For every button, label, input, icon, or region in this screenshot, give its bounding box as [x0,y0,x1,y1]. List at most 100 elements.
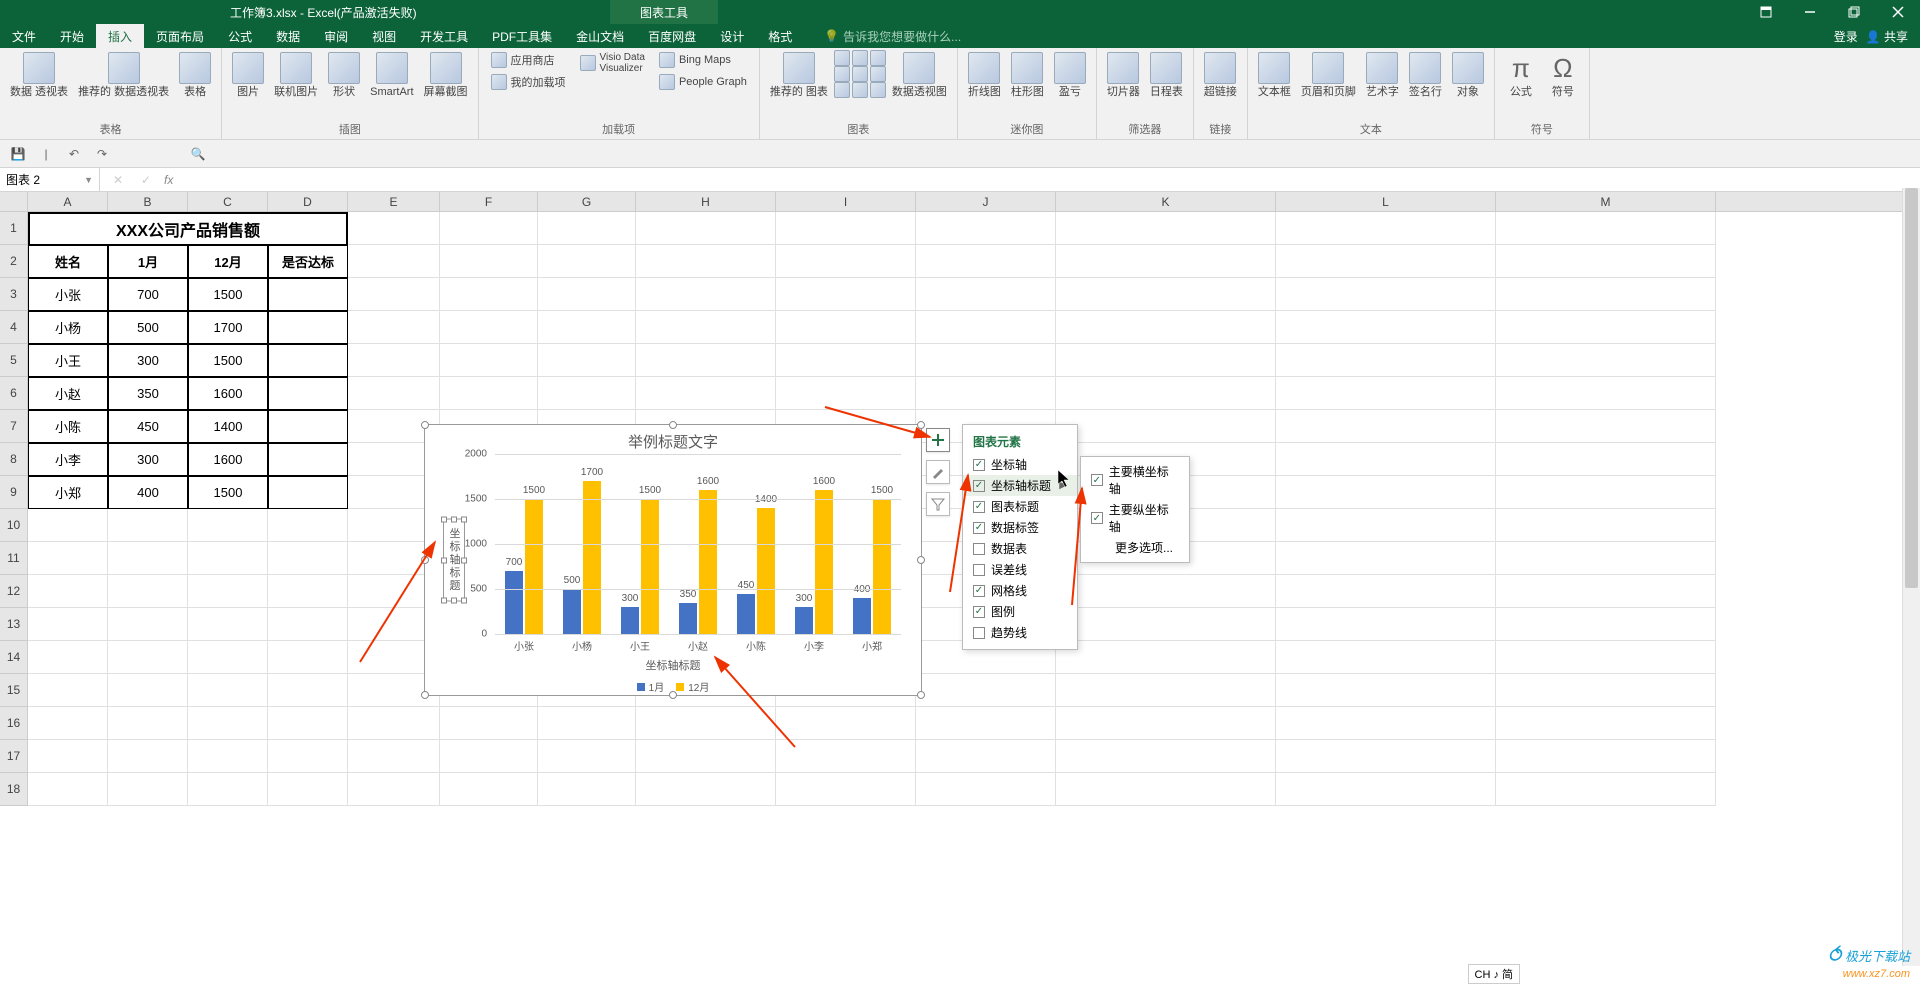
cell[interactable] [916,707,1056,740]
wordart-button[interactable]: 艺术字 [1362,50,1403,101]
bar[interactable]: 1600 [699,490,717,634]
redo-button[interactable]: ↷ [92,144,112,164]
close-button[interactable] [1876,0,1920,24]
cell[interactable] [440,278,538,311]
cell[interactable] [1276,641,1496,674]
chart-elements-button[interactable] [926,428,950,452]
chart-styles-button[interactable] [926,460,950,484]
cell[interactable] [636,740,776,773]
cell[interactable] [1496,410,1716,443]
tab-chart-format[interactable]: 格式 [756,24,804,48]
cell[interactable] [440,707,538,740]
cell[interactable] [348,377,440,410]
ribbon-options-icon[interactable] [1744,0,1788,24]
chart-element-option[interactable]: ✓网格线 [963,580,1077,601]
resize-handle[interactable] [917,556,925,564]
bar-group[interactable]: 3501600 [679,490,717,634]
fx-button[interactable]: fx [164,173,173,187]
tab-pdf[interactable]: PDF工具集 [480,24,564,48]
cell[interactable] [538,740,636,773]
cell[interactable] [636,278,776,311]
cell[interactable] [348,245,440,278]
bar-group[interactable]: 3001500 [621,499,659,634]
cell[interactable] [1056,410,1276,443]
cell[interactable] [1056,377,1276,410]
checkbox-icon[interactable]: ✓ [973,606,985,618]
enter-formula-button[interactable]: ✓ [136,170,156,190]
cell[interactable] [28,608,108,641]
smartart-button[interactable]: SmartArt [366,50,417,101]
cancel-formula-button[interactable]: ✕ [108,170,128,190]
tab-chart-design[interactable]: 设计 [708,24,756,48]
bar[interactable]: 300 [795,607,813,634]
tab-jinshan[interactable]: 金山文档 [564,24,636,48]
checkbox-icon[interactable]: ✓ [973,585,985,597]
cell[interactable] [1276,674,1496,707]
cell[interactable] [28,773,108,806]
pivot-table-button[interactable]: 数据 透视表 [6,50,72,101]
bar-group[interactable]: 3001600 [795,490,833,634]
cell[interactable] [776,278,916,311]
tab-formulas[interactable]: 公式 [216,24,264,48]
resize-handle[interactable] [421,691,429,699]
table-button[interactable]: 表格 [175,50,215,101]
cell[interactable] [636,377,776,410]
cell[interactable] [1496,212,1716,245]
tab-baidu[interactable]: 百度网盘 [636,24,708,48]
submenu-option[interactable]: 更多选项... [1081,537,1189,558]
cell[interactable] [538,773,636,806]
combo-chart-icon[interactable] [852,82,868,98]
cell[interactable] [538,311,636,344]
row-header[interactable]: 14 [0,641,28,674]
cell[interactable] [916,278,1056,311]
cell[interactable] [1496,476,1716,509]
bar-group[interactable]: 5001700 [563,481,601,634]
cell[interactable] [1056,575,1276,608]
chart-element-option[interactable]: 误差线 [963,559,1077,580]
cell[interactable] [538,377,636,410]
bar[interactable]: 400 [853,598,871,634]
checkbox-icon[interactable]: ✓ [973,501,985,513]
row-header[interactable]: 18 [0,773,28,806]
chart-object[interactable]: 举例标题文字 坐标轴标题 0500100015002000 7001500500… [424,424,922,696]
cell[interactable] [440,212,538,245]
pie-chart-icon[interactable] [870,50,886,66]
row-header[interactable]: 10 [0,509,28,542]
cell[interactable] [1276,773,1496,806]
touch-mode-button[interactable]: 🔍 [188,144,208,164]
row-header[interactable]: 3 [0,278,28,311]
chart-element-option[interactable]: ✓图例 [963,601,1077,622]
cell[interactable] [776,311,916,344]
chart-element-option[interactable]: 趋势线 [963,622,1077,643]
column-header[interactable]: H [636,192,776,211]
checkbox-icon[interactable]: ✓ [1091,512,1103,524]
timeline-button[interactable]: 日程表 [1146,50,1187,101]
column-header[interactable]: L [1276,192,1496,211]
row-header[interactable]: 13 [0,608,28,641]
cell[interactable] [188,575,268,608]
chart-x-axis-title[interactable]: 坐标轴标题 [425,657,921,673]
bar-group[interactable]: 4501400 [737,508,775,634]
resize-handle[interactable] [421,421,429,429]
row-header[interactable]: 7 [0,410,28,443]
cell[interactable] [636,707,776,740]
bar[interactable]: 1700 [583,481,601,634]
line-chart-icon[interactable] [852,50,868,66]
cell[interactable] [348,740,440,773]
cell[interactable] [1496,344,1716,377]
login-link[interactable]: 登录 [1834,28,1858,45]
undo-button[interactable]: ↶ [64,144,84,164]
visio-button[interactable]: Visio Data Visualizer [574,50,651,76]
sparkline-winloss-button[interactable]: 盈亏 [1050,50,1090,101]
column-header[interactable]: A [28,192,108,211]
cell[interactable] [776,377,916,410]
column-header[interactable]: E [348,192,440,211]
cell[interactable] [776,707,916,740]
cell[interactable] [108,707,188,740]
tab-file[interactable]: 文件 [0,24,48,48]
cell[interactable] [108,773,188,806]
scatter-chart-icon[interactable] [870,66,886,82]
cell[interactable] [636,773,776,806]
checkbox-icon[interactable]: ✓ [973,480,985,492]
bar[interactable]: 500 [563,589,581,634]
